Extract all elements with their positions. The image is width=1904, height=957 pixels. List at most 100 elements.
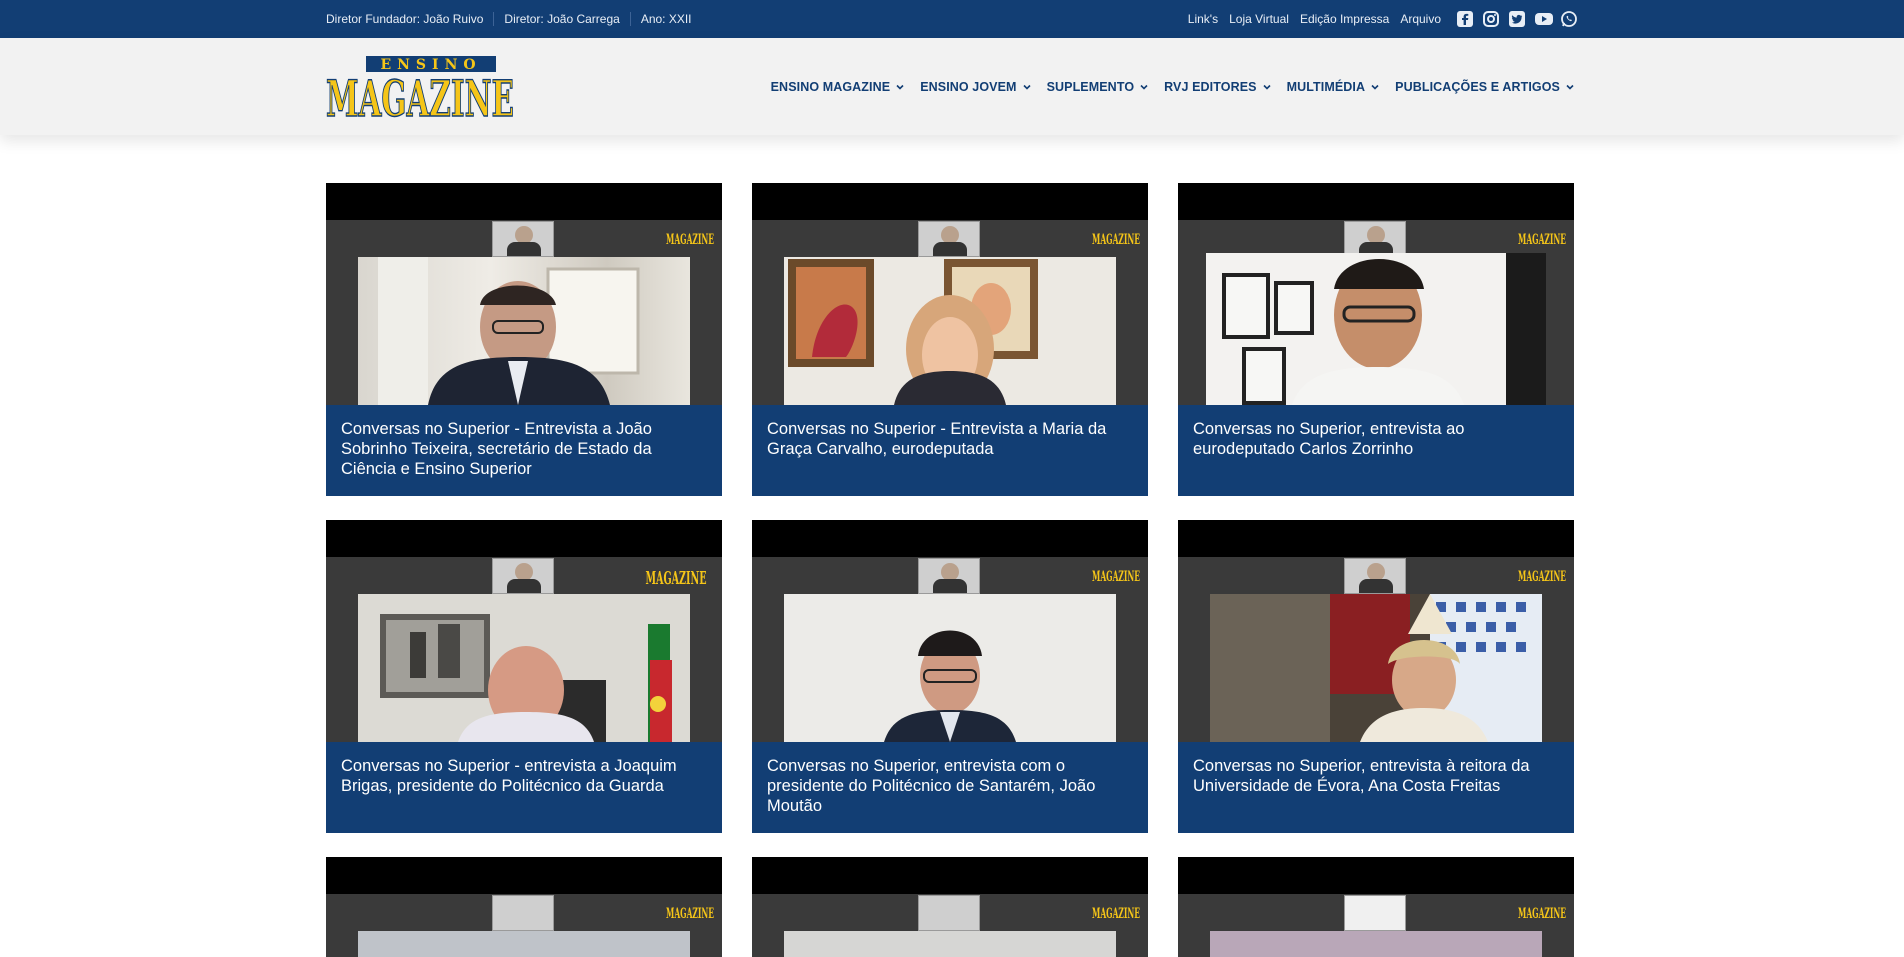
magazine-watermark: MAGAZINE xyxy=(1518,232,1566,247)
top-bar-credits: Diretor Fundador: João Ruivo Diretor: Jo… xyxy=(326,0,702,38)
nav-label: RVJ EDITORES xyxy=(1164,79,1257,94)
magazine-watermark: MAGAZINE xyxy=(1518,906,1566,921)
magazine-watermark: MAGAZINE xyxy=(645,568,706,588)
host-video-tile xyxy=(1344,558,1406,594)
svg-text:MAGAZINE: MAGAZINE xyxy=(666,906,714,921)
video-thumbnail[interactable]: MAGAZINE xyxy=(1178,183,1574,405)
svg-text:MAGAZINE: MAGAZINE xyxy=(666,232,714,247)
video-thumbnail[interactable]: MAGAZINE xyxy=(752,520,1148,742)
nav-label: MULTIMÉDIA xyxy=(1286,79,1366,94)
svg-text:MAGAZINE: MAGAZINE xyxy=(1092,569,1140,584)
video-title[interactable]: Conversas no Superior, entrevista com o … xyxy=(752,742,1148,833)
svg-text:MAGAZINE: MAGAZINE xyxy=(1092,906,1140,921)
host-video-tile xyxy=(492,895,554,931)
top-bar-links: Link's Loja Virtual Edição Impressa Arqu… xyxy=(1188,0,1578,38)
host-video-tile xyxy=(918,558,980,594)
guest-video-frame xyxy=(784,931,1116,957)
director-text: Diretor: João Carrega xyxy=(493,12,629,26)
facebook-icon[interactable] xyxy=(1456,10,1474,28)
links-link[interactable]: Link's xyxy=(1188,12,1218,26)
guest-video-frame xyxy=(784,594,1116,742)
chevron-down-icon xyxy=(896,84,904,90)
year-text: Ano: XXII xyxy=(629,12,702,26)
thumbnail-top-bar xyxy=(326,520,722,557)
chevron-down-icon xyxy=(1022,84,1031,90)
nav-label: ENSINO JOVEM xyxy=(920,79,1017,94)
chevron-down-icon xyxy=(1140,84,1148,90)
video-card-partial[interactable]: MAGAZINE xyxy=(326,857,722,957)
guest-video-frame xyxy=(1210,594,1542,742)
main-nav: ENSINO MAGAZINE ENSINO JOVEM SUPLEMENTO … xyxy=(771,38,1574,135)
nav-rvj-editores[interactable]: RVJ EDITORES xyxy=(1164,79,1271,94)
host-video-tile xyxy=(918,221,980,257)
thumbnail-top-bar xyxy=(752,857,1148,894)
whatsapp-icon[interactable] xyxy=(1560,10,1578,28)
thumbnail-top-bar xyxy=(326,183,722,220)
virtual-store-link[interactable]: Loja Virtual xyxy=(1229,12,1289,26)
chevron-down-icon xyxy=(1371,84,1379,90)
nav-label: SUPLEMENTO xyxy=(1046,79,1135,94)
video-card[interactable]: MAGAZINE Conversas no Superior, entrevis… xyxy=(1178,520,1574,833)
site-header: ENSINO MAGAZINE ENSINO MAGAZINE ENSINO J… xyxy=(0,38,1904,135)
video-card[interactable]: MAGAZINE Conversas no Superior, entrevis… xyxy=(1178,183,1574,496)
video-title[interactable]: Conversas no Superior - Entrevista a Joã… xyxy=(326,405,722,496)
host-video-tile xyxy=(1344,221,1406,257)
thumbnail-top-bar xyxy=(752,183,1148,220)
video-card[interactable]: MAGAZINE Conversas no Superior, entrevis… xyxy=(752,520,1148,833)
thumbnail-top-bar xyxy=(326,857,722,894)
nav-label: PUBLICAÇÕES E ARTIGOS xyxy=(1395,79,1560,94)
magazine-watermark: MAGAZINE xyxy=(666,906,714,921)
video-card[interactable]: MAGAZINE Conversas no Superior - Entrevi… xyxy=(326,183,722,496)
guest-video-frame xyxy=(1206,253,1546,405)
video-card[interactable]: MAGAZINE Conversas no Superior - entrevi… xyxy=(326,520,722,833)
guest-video-frame xyxy=(1210,931,1542,957)
video-thumbnail[interactable]: MAGAZINE xyxy=(326,520,722,742)
chevron-down-icon xyxy=(1566,84,1574,90)
host-video-tile xyxy=(492,221,554,257)
thumbnail-top-bar xyxy=(1178,857,1574,894)
video-thumbnail[interactable]: MAGAZINE xyxy=(326,183,722,405)
guest-video-frame xyxy=(358,931,690,957)
host-video-tile xyxy=(492,558,554,594)
nav-label: ENSINO MAGAZINE xyxy=(770,79,891,94)
svg-text:MAGAZINE: MAGAZINE xyxy=(1092,232,1140,247)
video-title[interactable]: Conversas no Superior, entrevista à reit… xyxy=(1178,742,1574,833)
magazine-watermark: MAGAZINE xyxy=(666,232,714,247)
svg-text:MAGAZINE: MAGAZINE xyxy=(1518,906,1566,921)
top-bar: Diretor Fundador: João Ruivo Diretor: Jo… xyxy=(0,0,1904,38)
nav-publicacoes-artigos[interactable]: PUBLICAÇÕES E ARTIGOS xyxy=(1395,80,1574,94)
youtube-icon[interactable] xyxy=(1534,10,1553,28)
print-edition-link[interactable]: Edição Impressa xyxy=(1300,12,1389,26)
guest-video-frame xyxy=(358,594,690,742)
video-thumbnail[interactable]: MAGAZINE xyxy=(752,183,1148,405)
nav-multimedia[interactable]: MULTIMÉDIA xyxy=(1287,80,1380,94)
nav-suplemento[interactable]: SUPLEMENTO xyxy=(1047,80,1149,94)
thumbnail-top-bar xyxy=(1178,183,1574,220)
twitter-icon[interactable] xyxy=(1508,10,1526,28)
video-thumbnail[interactable]: MAGAZINE xyxy=(1178,520,1574,742)
video-title[interactable]: Conversas no Superior, entrevista ao eur… xyxy=(1178,405,1574,496)
magazine-watermark: MAGAZINE xyxy=(1092,569,1140,584)
nav-ensino-jovem[interactable]: ENSINO JOVEM xyxy=(920,79,1031,94)
video-card-partial[interactable]: MAGAZINE xyxy=(752,857,1148,957)
host-video-tile xyxy=(918,895,980,931)
instagram-icon[interactable] xyxy=(1482,10,1500,28)
archive-link[interactable]: Arquivo xyxy=(1400,12,1441,26)
social-icons xyxy=(1456,10,1578,28)
video-title[interactable]: Conversas no Superior - entrevista a Joa… xyxy=(326,742,722,833)
thumbnail-top-bar xyxy=(752,520,1148,557)
nav-ensino-magazine[interactable]: ENSINO MAGAZINE xyxy=(771,80,905,94)
video-card-partial[interactable]: MAGAZINE xyxy=(1178,857,1574,957)
guest-video-frame xyxy=(358,257,690,405)
magazine-watermark: MAGAZINE xyxy=(1518,569,1566,584)
svg-text:MAGAZINE: MAGAZINE xyxy=(645,568,706,588)
svg-text:MAGAZINE: MAGAZINE xyxy=(326,69,514,120)
svg-text:MAGAZINE: MAGAZINE xyxy=(1518,232,1566,247)
video-card[interactable]: MAGAZINE Conversas no Superior - Entrevi… xyxy=(752,183,1148,496)
thumbnail-top-bar xyxy=(1178,520,1574,557)
site-logo[interactable]: ENSINO MAGAZINE xyxy=(325,54,515,129)
magazine-watermark: MAGAZINE xyxy=(1092,232,1140,247)
founder-text: Diretor Fundador: João Ruivo xyxy=(326,12,484,26)
video-title[interactable]: Conversas no Superior - Entrevista a Mar… xyxy=(752,405,1148,496)
svg-text:MAGAZINE: MAGAZINE xyxy=(1518,569,1566,584)
